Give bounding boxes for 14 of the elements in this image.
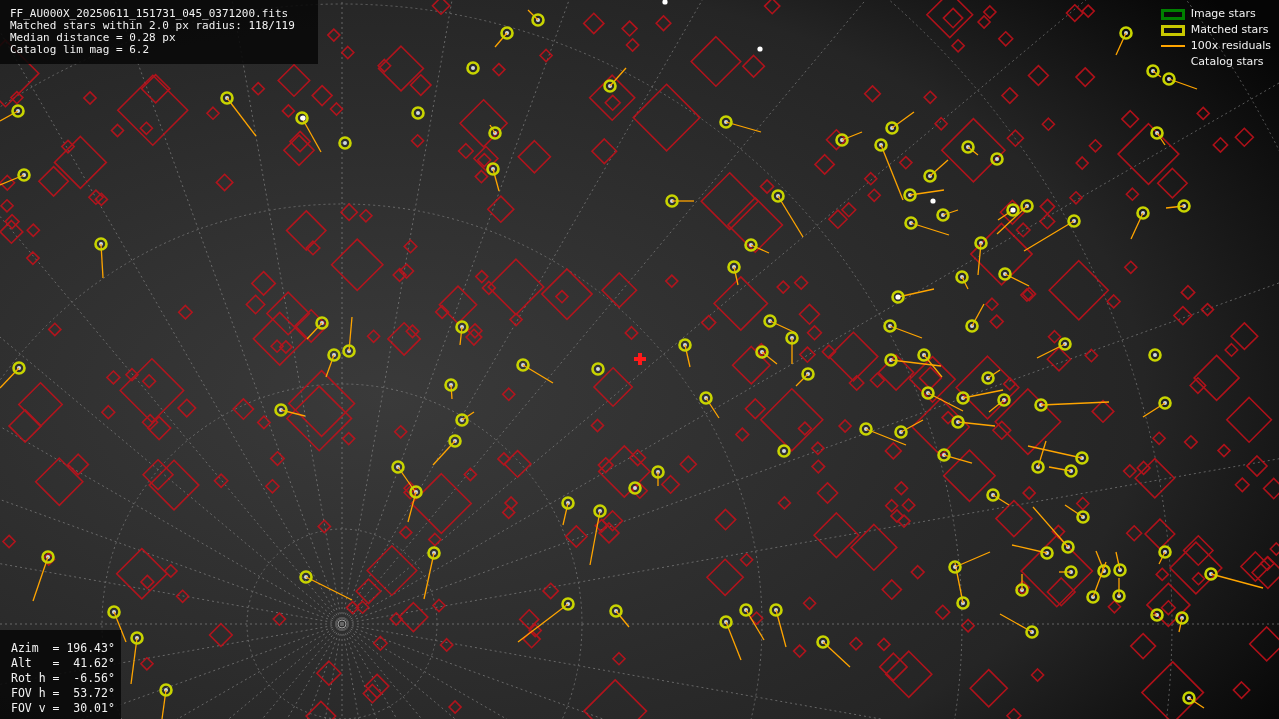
legend-label: Catalog stars xyxy=(1190,53,1264,70)
pointing-text: FOV h = 53.72° xyxy=(11,686,116,701)
info-text: Catalog lim mag = 6.2 xyxy=(10,44,151,56)
legend-label: Image stars xyxy=(1190,5,1256,22)
info-text: Matched stars within 2.0 px radius: 118/119 xyxy=(10,20,296,32)
legend-label: 100x residuals xyxy=(1190,37,1271,54)
pointing-text: Rot h = -6.56° xyxy=(11,671,116,686)
legend-label: Matched stars xyxy=(1190,21,1269,38)
center-cross-icon xyxy=(634,353,646,365)
pointing-text: Azim = 196.43° xyxy=(11,641,116,656)
info-text: FF_AU000X_20250611_151731_045_0371200.fits xyxy=(10,8,290,20)
info-text: Median distance = 0.28 px xyxy=(10,32,177,44)
pointing-text: FOV v = 30.01° xyxy=(11,701,116,716)
pointing-text: Alt = 41.62° xyxy=(11,656,116,671)
